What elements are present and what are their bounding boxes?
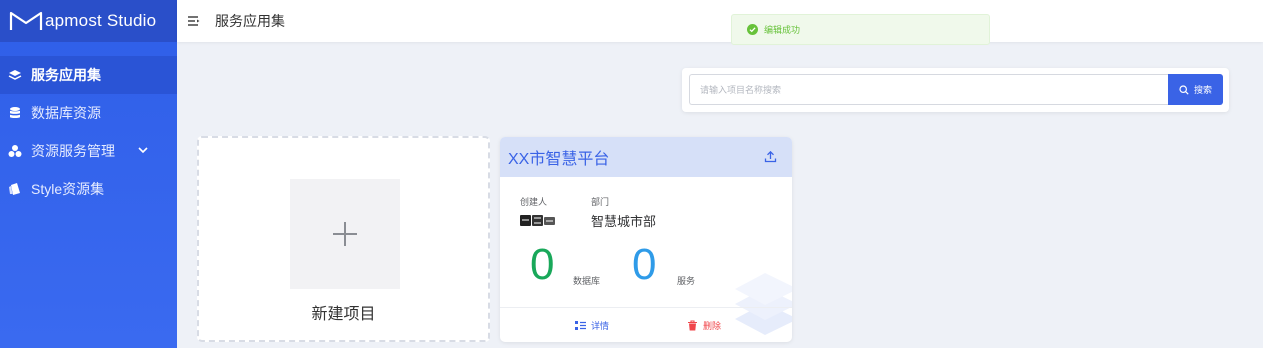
- new-project-plus-box: [290, 179, 400, 289]
- plus-icon: [333, 222, 357, 246]
- sidebar-item-service-app-set[interactable]: 服务应用集: [0, 56, 177, 94]
- dept-label: 部门: [591, 197, 610, 207]
- new-project-card[interactable]: 新建项目: [197, 136, 490, 342]
- trash-icon: [688, 320, 697, 331]
- service-count: 0: [632, 240, 657, 289]
- logo-m-icon: [9, 11, 43, 30]
- project-card: XX市智慧平台 创建人 部门 智慧城市部 0 数据库 0 服务 详情 删除: [500, 137, 792, 342]
- search-panel: 搜索: [682, 68, 1229, 112]
- logo[interactable]: apmost Studio: [0, 0, 177, 42]
- sidebar-item-style[interactable]: Style资源集: [0, 170, 177, 208]
- delete-label: 删除: [703, 321, 722, 331]
- detail-label: 详情: [591, 321, 610, 331]
- new-project-label: 新建项目: [311, 306, 376, 323]
- sidebar-item-label: 资源服务管理: [31, 143, 115, 159]
- sidebar-item-label: 数据库资源: [31, 105, 101, 121]
- search-button[interactable]: 搜索: [1168, 74, 1223, 105]
- menu-fold-icon[interactable]: [187, 14, 201, 28]
- logo-text: apmost Studio: [45, 11, 157, 30]
- search-icon: [1179, 84, 1189, 95]
- sidebar-item-label: Style资源集: [31, 181, 105, 197]
- database-icon: [8, 106, 22, 120]
- chevron-down-icon[interactable]: [137, 144, 149, 156]
- success-toast: 编辑成功: [731, 14, 990, 45]
- page-title: 服务应用集: [215, 13, 285, 29]
- toast-message: 编辑成功: [764, 25, 801, 35]
- style-icon: [8, 182, 22, 196]
- search-input[interactable]: [689, 74, 1169, 105]
- creator-label: 创建人: [520, 197, 548, 207]
- database-count-label: 数据库: [573, 276, 601, 286]
- search-button-label: 搜索: [1193, 85, 1212, 95]
- sidebar: apmost Studio 服务应用集 数据库资源 资源服务管理 Style资源…: [0, 0, 177, 348]
- sidebar-item-label: 服务应用集: [31, 67, 101, 83]
- layers-icon: [8, 68, 22, 82]
- sidebar-item-resource-service[interactable]: 资源服务管理: [0, 132, 177, 170]
- detail-button[interactable]: 详情: [575, 319, 609, 332]
- service-count-label: 服务: [677, 276, 696, 286]
- project-card-header: XX市智慧平台: [500, 137, 792, 177]
- project-title[interactable]: XX市智慧平台: [508, 145, 609, 169]
- cluster-icon: [8, 144, 22, 158]
- layers-decoration-icon: [735, 273, 792, 335]
- upload-icon[interactable]: [764, 150, 777, 163]
- top-header: 服务应用集: [177, 0, 1263, 42]
- delete-button[interactable]: 删除: [687, 319, 721, 332]
- dept-value: 智慧城市部: [591, 214, 657, 229]
- creator-name-redacted: [520, 215, 555, 226]
- card-divider: [500, 307, 792, 308]
- sidebar-item-database[interactable]: 数据库资源: [0, 94, 177, 132]
- sidebar-nav: 服务应用集 数据库资源 资源服务管理 Style资源集: [0, 56, 177, 208]
- list-detail-icon: [575, 321, 586, 330]
- database-count: 0: [530, 240, 555, 289]
- check-circle-icon: [747, 24, 758, 35]
